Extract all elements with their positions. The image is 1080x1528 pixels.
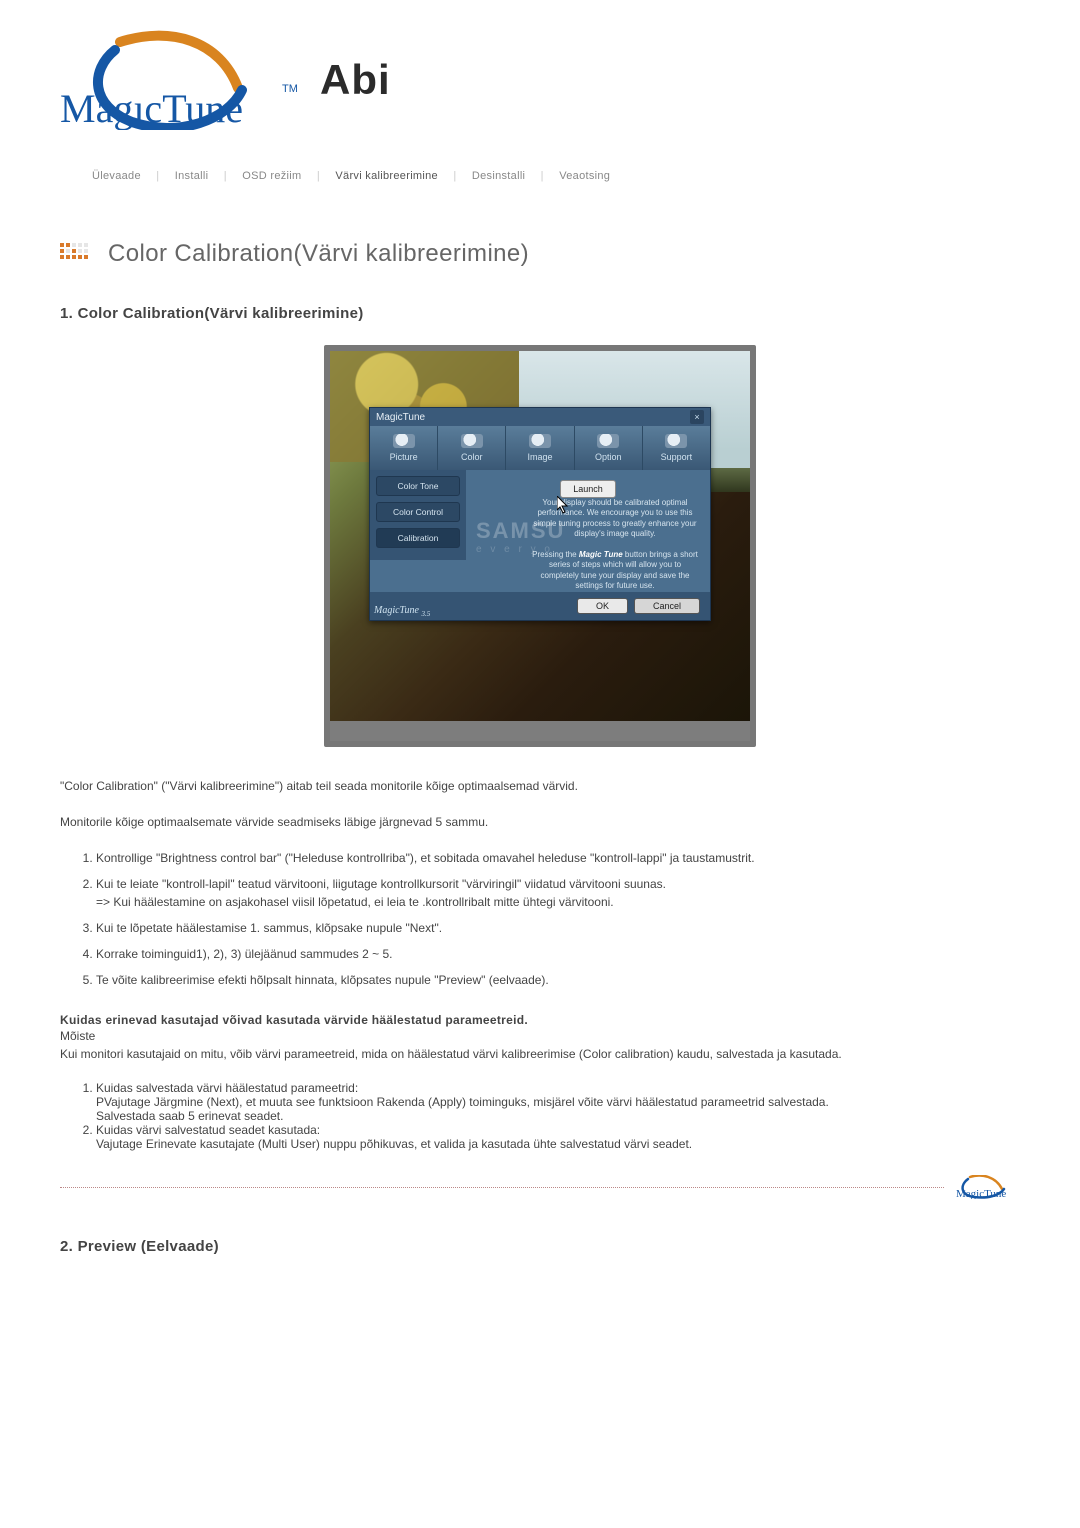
calibration-steps: Kontrollige "Brightness control bar" ("H… xyxy=(60,849,1020,989)
page-title: Color Calibration(Värvi kalibreerimine) xyxy=(108,242,529,266)
magictune-mini-logo: MagicTune xyxy=(956,1175,1020,1199)
ghost-everyone: e v e r y o xyxy=(476,544,553,555)
step-2-sub: => Kui häälestamine on asjakohasel viisi… xyxy=(96,895,614,909)
cancel-button[interactable]: Cancel xyxy=(634,598,700,614)
app-desc2b: Magic Tune xyxy=(579,550,623,559)
section2-title: 2. Preview (Eelvaade) xyxy=(60,1239,1020,1254)
moiste-label: Mõiste xyxy=(60,1029,1020,1043)
svg-text:TM: TM xyxy=(282,83,298,95)
nav-uninstall[interactable]: Desinstalli xyxy=(472,170,525,182)
nav-color-calibration[interactable]: Värvi kalibreerimine xyxy=(335,170,438,182)
side-color-control[interactable]: Color Control xyxy=(376,502,460,522)
magictune-logo: MagıcTune TM xyxy=(60,30,310,130)
app-corner-logo: MagicTune 3.5 xyxy=(374,605,430,618)
tab-picture[interactable]: Picture xyxy=(370,426,438,470)
step-4: Korrake toiminguid1), 2), 3) ülejäänud s… xyxy=(96,945,1020,963)
magictune-app-window: MagicTune × Picture Color Image Option S… xyxy=(369,407,711,621)
side-color-tone[interactable]: Color Tone xyxy=(376,476,460,496)
nav-sep: | xyxy=(541,170,544,182)
section-color-calibration: 1. Color Calibration(Värvi kalibreerimin… xyxy=(60,306,1020,1199)
tab-support[interactable]: Support xyxy=(643,426,710,470)
ghost-samsung: SAMSU xyxy=(476,518,565,544)
howto-2: Kuidas värvi salvestatud seadet kasutada… xyxy=(96,1123,1020,1151)
app-window-title: MagicTune xyxy=(376,412,425,423)
logo-area: MagıcTune TM Abi xyxy=(60,30,1020,130)
side-calibration[interactable]: Calibration xyxy=(376,528,460,548)
section-divider: MagicTune xyxy=(60,1175,1020,1199)
step-5: Te võite kalibreerimise efekti hõlpsalt … xyxy=(96,971,1020,989)
nav-troubleshoot[interactable]: Veaotsing xyxy=(559,170,610,182)
intro-2: Monitorile kõige optimaalsemate värvide … xyxy=(60,813,1020,831)
nav-overview[interactable]: Ülevaade xyxy=(92,170,141,182)
step-2: Kui te leiate "kontroll-lapil" teatud vä… xyxy=(96,875,1020,911)
svg-text:MagıcTune: MagıcTune xyxy=(60,86,243,130)
intro-1: "Color Calibration" ("Värvi kalibreerimi… xyxy=(60,777,1020,795)
multiuser-heading: Kuidas erinevad kasutajad võivad kasutad… xyxy=(60,1013,1020,1027)
tab-image[interactable]: Image xyxy=(506,426,574,470)
screenshot-frame: MagicTune × Picture Color Image Option S… xyxy=(324,345,756,747)
section1-title: 1. Color Calibration(Värvi kalibreerimin… xyxy=(60,306,1020,321)
ok-button[interactable]: OK xyxy=(577,598,628,614)
howto-list: Kuidas salvestada värvi häälestatud para… xyxy=(60,1081,1020,1151)
step-3: Kui te lõpetate häälestamise 1. sammus, … xyxy=(96,919,1020,937)
page-heading-row: Color Calibration(Värvi kalibreerimine) xyxy=(60,242,1020,266)
heading-dots-icon xyxy=(60,243,94,265)
nav-sep: | xyxy=(317,170,320,182)
top-nav: Ülevaade | Installi | OSD režiim | Värvi… xyxy=(60,170,1020,182)
close-icon[interactable]: × xyxy=(690,410,704,424)
howto-1: Kuidas salvestada värvi häälestatud para… xyxy=(96,1081,1020,1123)
cursor-icon xyxy=(557,496,569,514)
moiste-text: Kui monitori kasutajaid on mitu, võib vä… xyxy=(60,1045,1020,1063)
nav-sep: | xyxy=(453,170,456,182)
nav-sep: | xyxy=(224,170,227,182)
nav-sep: | xyxy=(156,170,159,182)
svg-text:MagicTune: MagicTune xyxy=(956,1188,1006,1199)
logo-suffix: Abi xyxy=(320,59,391,101)
tab-color[interactable]: Color xyxy=(438,426,506,470)
tab-option[interactable]: Option xyxy=(575,426,643,470)
nav-osd[interactable]: OSD režiim xyxy=(242,170,301,182)
nav-install[interactable]: Installi xyxy=(175,170,209,182)
step-1: Kontrollige "Brightness control bar" ("H… xyxy=(96,849,1020,867)
